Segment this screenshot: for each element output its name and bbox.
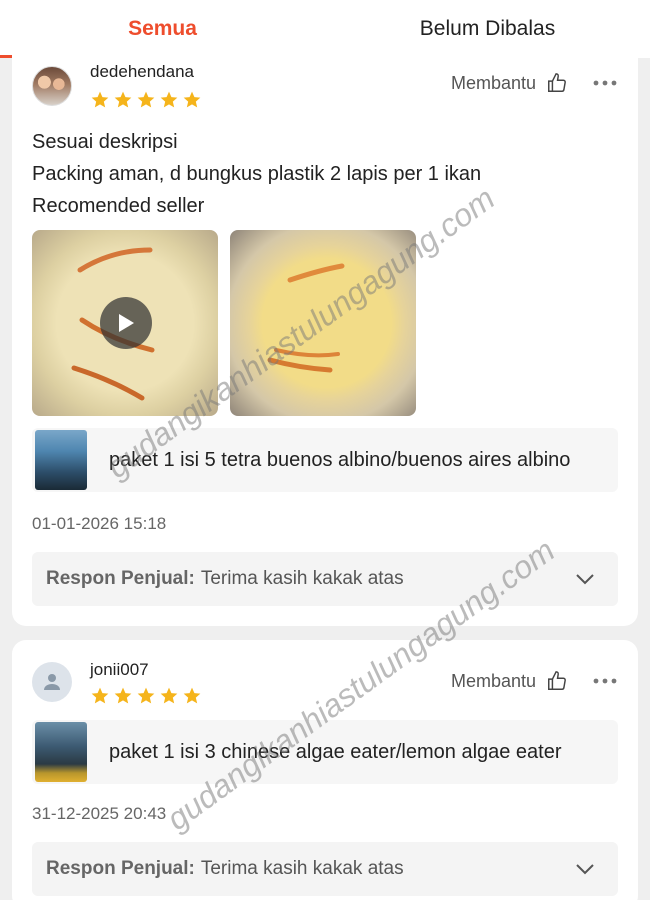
product-thumbnail xyxy=(35,430,87,490)
product-thumbnail xyxy=(35,722,87,782)
product-link[interactable]: paket 1 isi 5 tetra buenos albino/buenos… xyxy=(32,428,618,492)
comment-line: Sesuai deskripsi xyxy=(32,131,178,153)
reviewer-username[interactable]: jonii007 xyxy=(90,660,149,680)
tab-semua[interactable]: Semua xyxy=(0,0,325,58)
star-icon xyxy=(160,91,178,108)
star-icon xyxy=(183,687,201,704)
play-button[interactable] xyxy=(100,297,152,349)
star-icon xyxy=(160,687,178,704)
tab-belum-dibalas[interactable]: Belum Dibalas xyxy=(325,0,650,58)
avatar[interactable] xyxy=(32,662,72,702)
star-icon xyxy=(114,91,132,108)
seller-response[interactable]: Respon Penjual: Terima kasih kakak atas xyxy=(32,842,618,896)
user-icon xyxy=(44,674,60,690)
review-photo[interactable] xyxy=(230,230,416,416)
fish-photo-thumbnail xyxy=(267,263,345,373)
response-text: Terima kasih kakak atas xyxy=(200,858,404,879)
star-rating xyxy=(90,686,202,706)
star-rating xyxy=(90,90,202,110)
more-options-icon[interactable] xyxy=(592,677,618,685)
reviewer-username[interactable]: dedehendana xyxy=(90,62,194,82)
review-card: jonii007 Membantu paket 1 isi 3 chinese … xyxy=(12,640,638,900)
star-icon xyxy=(91,91,109,108)
avatar[interactable] xyxy=(32,66,72,106)
review-card: dedehendana Membantu Sesuai deskripsi Pa… xyxy=(12,54,638,626)
more-options-icon[interactable] xyxy=(592,79,618,87)
star-icon xyxy=(137,687,155,704)
seller-response[interactable]: Respon Penjual: Terima kasih kakak atas xyxy=(32,552,618,606)
star-icon xyxy=(137,91,155,108)
helpful-label[interactable]: Membantu xyxy=(451,73,536,94)
product-link[interactable]: paket 1 isi 3 chinese algae eater/lemon … xyxy=(32,720,618,784)
helpful-section: Membantu xyxy=(451,670,618,692)
thumbs-up-icon[interactable] xyxy=(546,670,568,692)
helpful-label[interactable]: Membantu xyxy=(451,671,536,692)
review-date: 31-12-2025 20:43 xyxy=(32,804,167,823)
helpful-section: Membantu xyxy=(451,72,618,94)
thumbs-up-icon[interactable] xyxy=(546,72,568,94)
review-video[interactable] xyxy=(32,230,218,416)
response-text: Terima kasih kakak atas xyxy=(200,568,404,589)
review-tabs: Semua Belum Dibalas xyxy=(0,0,650,58)
review-comment: Sesuai deskripsi Packing aman, d bungkus… xyxy=(32,126,481,222)
response-label: Respon Penjual: xyxy=(46,858,195,879)
star-icon xyxy=(183,91,201,108)
star-icon xyxy=(91,687,109,704)
star-icon xyxy=(114,687,132,704)
response-label: Respon Penjual: xyxy=(46,568,195,589)
comment-line: Packing aman, d bungkus plastik 2 lapis … xyxy=(32,163,482,185)
chevron-down-icon[interactable] xyxy=(574,859,596,879)
product-name: paket 1 isi 3 chinese algae eater/lemon … xyxy=(109,740,562,763)
comment-line: Recomended seller xyxy=(32,195,205,217)
product-name: paket 1 isi 5 tetra buenos albino/buenos… xyxy=(109,448,571,471)
play-icon xyxy=(119,314,134,332)
chevron-down-icon[interactable] xyxy=(574,569,596,589)
review-date: 01-01-2026 15:18 xyxy=(32,514,167,533)
